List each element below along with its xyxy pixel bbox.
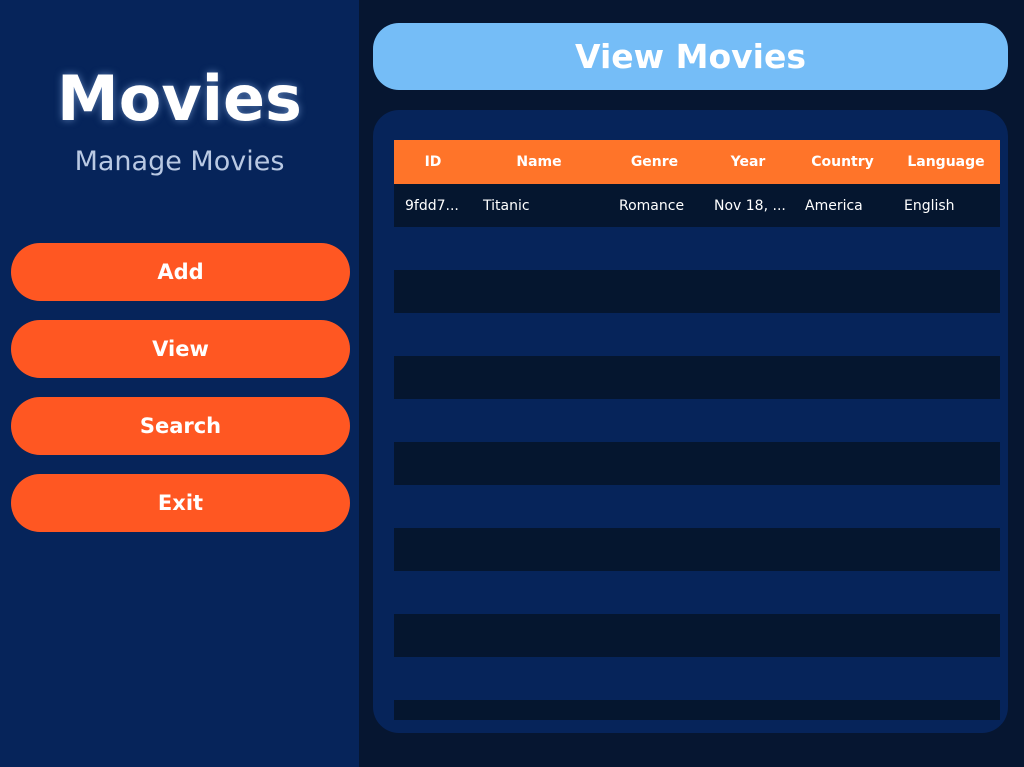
table-row[interactable]: 9fdd7... Titanic Romance Nov 18, ... Ame… xyxy=(394,184,1000,227)
column-header-year[interactable]: Year xyxy=(703,154,793,170)
view-button[interactable]: View xyxy=(11,320,350,378)
cell-country: America xyxy=(805,197,863,214)
cell-language: English xyxy=(904,197,955,214)
empty-row xyxy=(394,485,1000,528)
empty-row xyxy=(394,313,1000,356)
cell-id: 9fdd7... xyxy=(405,197,459,214)
app-subtitle: Manage Movies xyxy=(74,146,285,177)
add-button[interactable]: Add xyxy=(11,243,350,301)
column-header-name[interactable]: Name xyxy=(472,154,606,170)
cell-year: Nov 18, ... xyxy=(714,197,786,214)
column-header-country[interactable]: Country xyxy=(793,154,892,170)
empty-row xyxy=(394,442,1000,485)
empty-row xyxy=(394,614,1000,657)
search-button[interactable]: Search xyxy=(11,397,350,455)
page-title: View Movies xyxy=(373,23,1008,90)
exit-button[interactable]: Exit xyxy=(11,474,350,532)
empty-row xyxy=(394,227,1000,270)
sidebar: Movies Manage Movies Add View Search Exi… xyxy=(0,0,359,767)
app-title: Movies xyxy=(57,62,302,135)
empty-row xyxy=(394,399,1000,442)
empty-row xyxy=(394,657,1000,700)
column-header-id[interactable]: ID xyxy=(394,154,472,170)
movies-table-panel: ID Name Genre Year Country Language 9fdd… xyxy=(373,110,1008,733)
empty-row xyxy=(394,700,1000,720)
movies-table[interactable]: ID Name Genre Year Country Language 9fdd… xyxy=(394,140,1000,720)
column-header-genre[interactable]: Genre xyxy=(606,154,703,170)
empty-row xyxy=(394,528,1000,571)
empty-row xyxy=(394,270,1000,313)
table-header: ID Name Genre Year Country Language xyxy=(394,140,1000,184)
empty-row xyxy=(394,356,1000,399)
column-header-language[interactable]: Language xyxy=(892,154,1000,170)
cell-name: Titanic xyxy=(483,197,530,214)
cell-genre: Romance xyxy=(619,197,685,214)
empty-row xyxy=(394,571,1000,614)
